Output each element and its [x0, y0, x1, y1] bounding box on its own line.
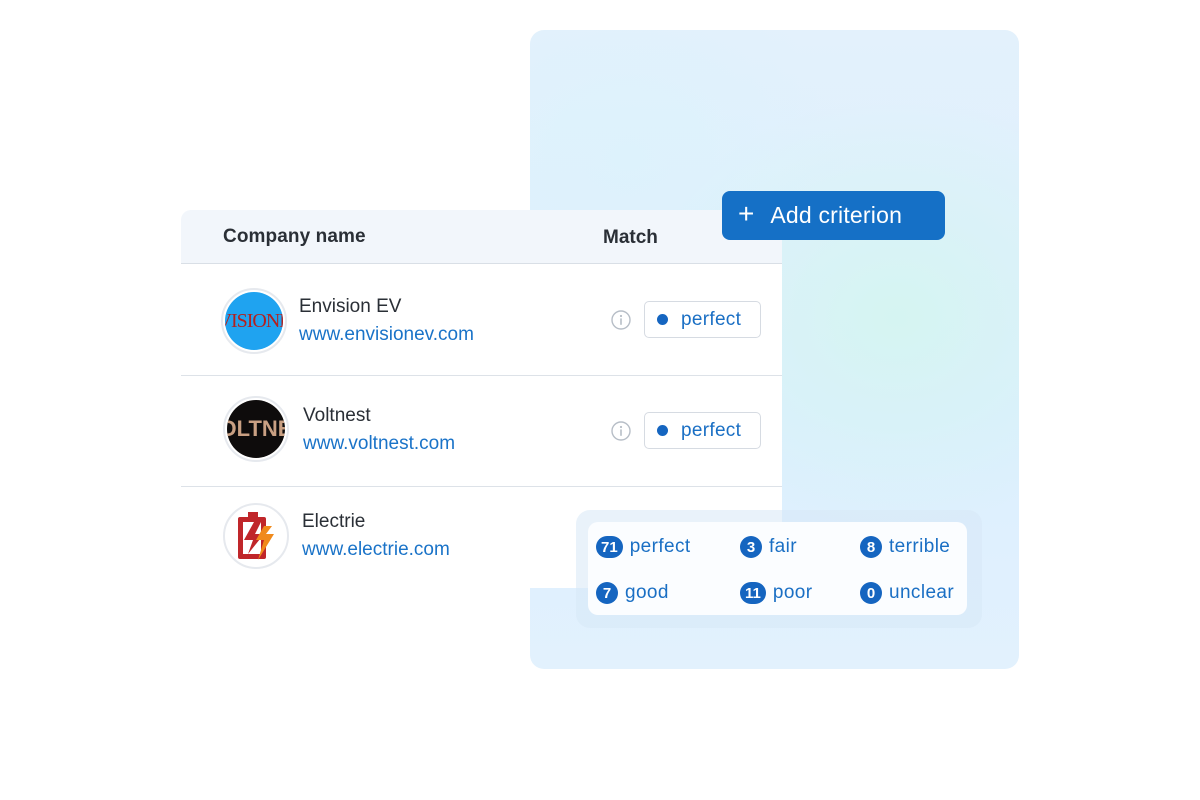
- stat-good[interactable]: 7 good: [596, 582, 669, 604]
- company-url-link[interactable]: www.electrie.com: [302, 539, 450, 561]
- stat-count: 3: [740, 536, 762, 558]
- stat-count: 0: [860, 582, 882, 604]
- company-name[interactable]: Electrie: [302, 511, 365, 533]
- match-status-dot: [657, 425, 668, 436]
- stat-label: terrible: [889, 536, 951, 557]
- stat-count: 71: [596, 536, 623, 558]
- match-status-dot: [657, 314, 668, 325]
- company-name[interactable]: Voltnest: [303, 405, 371, 427]
- table-row[interactable]: VISIONE Envision EV www.envisionev.com p…: [181, 265, 782, 376]
- stat-label: unclear: [889, 582, 955, 603]
- company-logo: [223, 503, 289, 569]
- company-logo-wordmark: VISIONE: [225, 309, 283, 332]
- stat-label: poor: [772, 582, 813, 603]
- column-header-match[interactable]: Match: [603, 227, 658, 249]
- add-criterion-label: Add criterion: [770, 202, 903, 228]
- info-icon[interactable]: [611, 310, 631, 330]
- match-badge[interactable]: perfect: [644, 412, 761, 449]
- table-header: Company name Match: [181, 210, 782, 264]
- company-url-link[interactable]: www.voltnest.com: [303, 433, 455, 455]
- match-label: perfect: [681, 308, 742, 330]
- stat-count: 11: [740, 582, 766, 604]
- stat-poor[interactable]: 11 poor: [740, 582, 813, 604]
- column-header-company[interactable]: Company name: [223, 226, 366, 248]
- match-summary-card: 71 perfect 3 fair 8 terrible 7 good 11 p…: [588, 522, 967, 615]
- battery-bolt-icon: [238, 512, 274, 560]
- stat-unclear[interactable]: 0 unclear: [860, 582, 954, 604]
- stat-fair[interactable]: 3 fair: [740, 536, 797, 558]
- match-label: perfect: [681, 419, 742, 441]
- company-logo-wordmark: OLTNE: [227, 416, 285, 441]
- info-icon[interactable]: [611, 421, 631, 441]
- add-criterion-button[interactable]: + Add criterion: [722, 191, 945, 240]
- stat-perfect[interactable]: 71 perfect: [596, 536, 691, 558]
- company-logo: VISIONE: [221, 288, 287, 354]
- stat-count: 7: [596, 582, 618, 604]
- stat-label: fair: [769, 536, 797, 557]
- stat-label: good: [625, 582, 669, 603]
- stat-terrible[interactable]: 8 terrible: [860, 536, 950, 558]
- stat-label: perfect: [629, 536, 691, 557]
- table-row[interactable]: OLTNE Voltnest www.voltnest.com perfect: [181, 376, 782, 487]
- company-url-link[interactable]: www.envisionev.com: [299, 324, 474, 346]
- match-badge[interactable]: perfect: [644, 301, 761, 338]
- plus-icon: +: [738, 198, 755, 229]
- company-name[interactable]: Envision EV: [299, 296, 401, 318]
- stat-count: 8: [860, 536, 882, 558]
- company-logo: OLTNE: [223, 396, 289, 462]
